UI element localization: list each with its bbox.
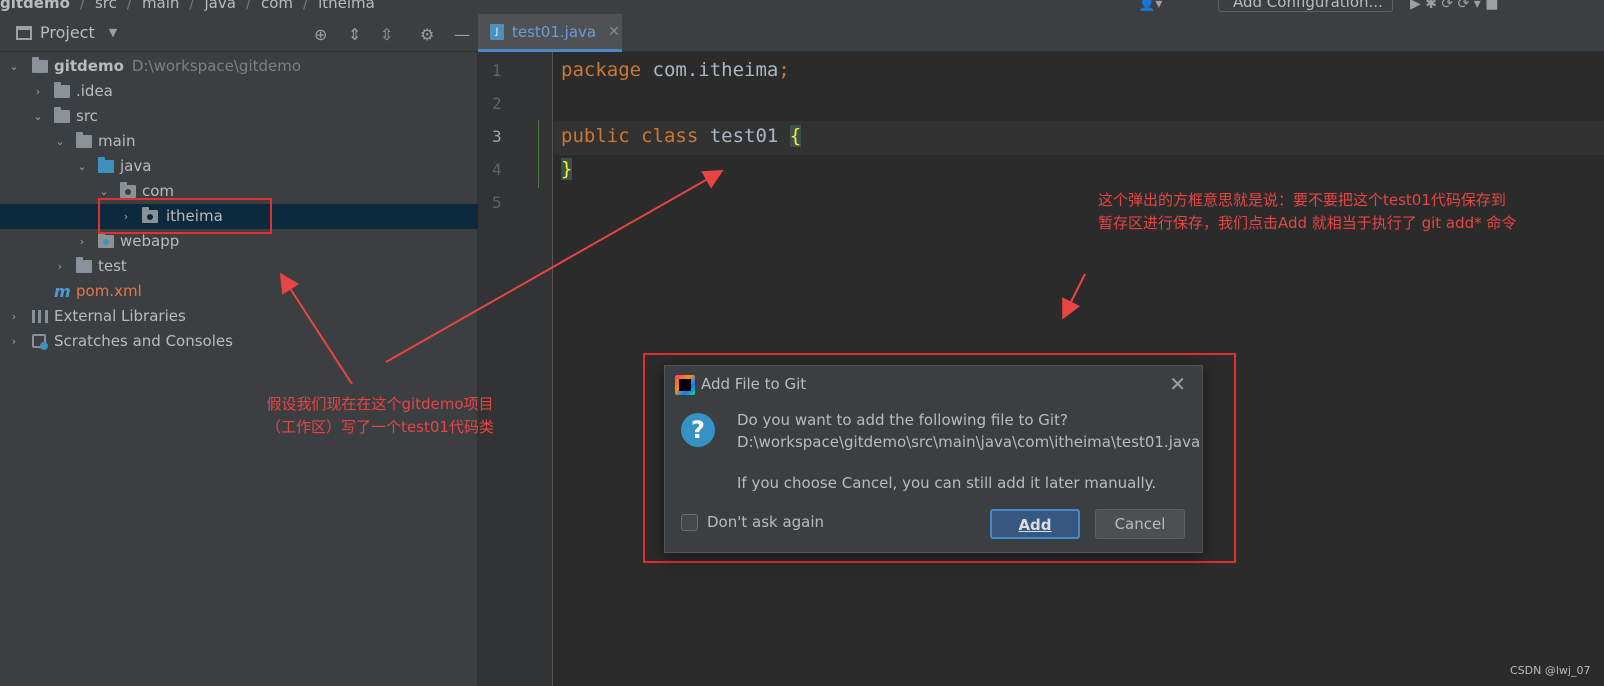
annotation-text: 假设我们现在在这个gitdemo项目: [266, 395, 494, 413]
annotation-text: 这个弹出的方框意思就是说：要不要把这个test01代码保存到: [1098, 191, 1506, 209]
annotation-right: 这个弹出的方框意思就是说：要不要把这个test01代码保存到 暂存区进行保存，我…: [1098, 189, 1598, 235]
add-button[interactable]: Add: [990, 509, 1080, 539]
annotation-text: （工作区）写了一个test01代码类: [266, 418, 494, 436]
question-icon: ?: [681, 413, 715, 447]
dialog-title: Add File to Git: [701, 375, 807, 393]
close-icon[interactable]: ✕: [1169, 372, 1186, 396]
dialog-file-path: D:\workspace\gitdemo\src\main\java\com\i…: [737, 433, 1201, 451]
annotation-arrows: [279, 170, 1086, 385]
annotation-text: 暂存区进行保存，我们点击Add 就相当于执行了 git add* 命令: [1098, 214, 1517, 232]
dialog-hint: If you choose Cancel, you can still add …: [737, 474, 1157, 492]
watermark: CSDN @lwj_07: [1510, 664, 1591, 677]
dialog-question: Do you want to add the following file to…: [737, 411, 1068, 429]
annotation-left: 假设我们现在在这个gitdemo项目 （工作区）写了一个test01代码类: [240, 393, 520, 439]
dont-ask-again-checkbox[interactable]: [681, 514, 698, 531]
checkbox-label[interactable]: Don't ask again: [707, 513, 824, 531]
intellij-icon: [675, 375, 695, 395]
cancel-button[interactable]: Cancel: [1095, 509, 1185, 539]
add-file-to-git-dialog: Add File to Git ✕ ? Do you want to add t…: [664, 365, 1203, 553]
